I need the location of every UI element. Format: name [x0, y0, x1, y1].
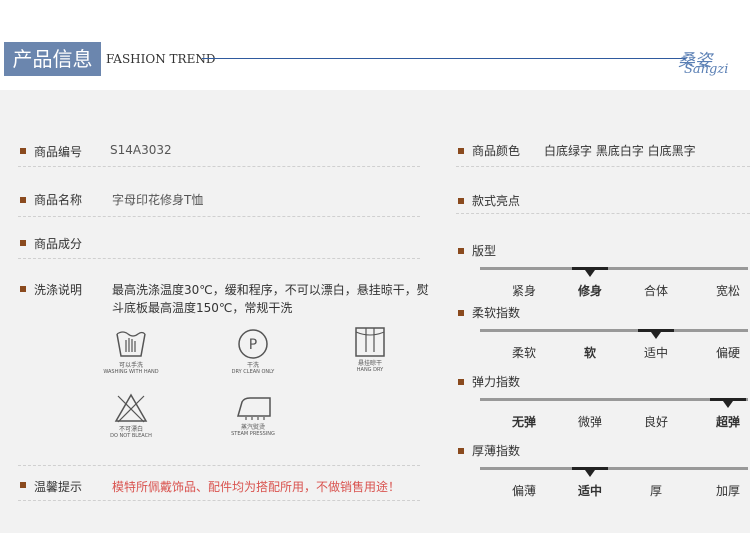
hand-wash-icon: 可以手洗 WASHING WITH HAND	[100, 328, 162, 375]
scale-option: 超弹	[715, 415, 740, 429]
scale-option: 合体	[643, 284, 668, 298]
scale-option: 微弹	[577, 415, 602, 429]
scale-label: 版型	[472, 244, 497, 258]
bullet-icon	[20, 148, 26, 154]
name-label: 商品名称	[34, 193, 83, 207]
wash-label: 洗涤说明	[34, 283, 83, 297]
bullet-icon	[458, 148, 464, 154]
dry-clean-icon: P 干洗 DRY CLEAN ONLY	[222, 328, 284, 375]
bullet-icon	[20, 240, 26, 246]
divider	[18, 500, 420, 501]
code-label: 商品编号	[34, 145, 83, 159]
scale-option: 紧身	[511, 284, 536, 298]
scale-option: 良好	[643, 415, 668, 429]
feature-label: 款式亮点	[472, 194, 521, 208]
scale-option: 加厚	[715, 484, 740, 498]
scale-label: 厚薄指数	[472, 444, 521, 458]
scale-pointer-icon	[723, 401, 733, 408]
bullet-icon	[458, 448, 464, 454]
bullet-icon	[20, 197, 26, 203]
svg-text:P: P	[249, 337, 257, 353]
scale-track	[480, 329, 748, 332]
section-subtitle: FASHION TREND	[106, 52, 216, 66]
scale-pointer-icon	[651, 332, 661, 339]
divider	[18, 216, 420, 217]
icon-caption: 悬挂晾干	[357, 360, 382, 367]
wash-instructions: 最高洗涤温度30℃，缓和程序，不可以漂白，悬挂晾干，熨斗底板最高温度150℃，常…	[112, 283, 429, 315]
material-label: 商品成分	[34, 237, 83, 251]
code-value: S14A3032	[110, 143, 172, 157]
icon-caption-en: DRY CLEAN ONLY	[231, 369, 275, 375]
scale-option: 偏薄	[511, 484, 536, 498]
steam-iron-icon: 蒸汽熨烫 STEAM PRESSING	[222, 394, 284, 437]
divider	[456, 166, 750, 167]
color-value: 白底绿字 黑底白字 白底黑字	[544, 144, 696, 158]
tip-label: 温馨提示	[34, 480, 83, 494]
brand-logo-en: Sangzi	[684, 62, 729, 77]
bullet-icon	[20, 286, 26, 292]
scale-track	[480, 467, 748, 470]
scale-track	[480, 267, 748, 270]
icon-caption-en: STEAM PRESSING	[231, 431, 275, 437]
section-title: 产品信息	[4, 42, 101, 76]
scale-pointer-icon	[585, 270, 595, 277]
scale-option: 适中	[643, 346, 668, 360]
bullet-icon	[458, 248, 464, 254]
scale-track	[480, 398, 748, 401]
icon-caption-en: HANG DRY	[356, 367, 384, 373]
icon-caption-en: WASHING WITH HAND	[103, 369, 159, 375]
scale-label: 柔软指数	[472, 306, 521, 320]
divider	[456, 213, 750, 214]
icon-caption: 不可漂白	[118, 426, 143, 433]
scale-option: 软	[583, 346, 596, 360]
icon-caption: 可以手洗	[118, 362, 143, 369]
icon-caption: 干洗	[246, 362, 259, 369]
icon-caption-en: DO NOT BLEACH	[110, 433, 152, 439]
divider	[18, 465, 420, 466]
icon-caption: 蒸汽熨烫	[240, 424, 265, 431]
scale-option: 修身	[577, 284, 602, 298]
color-label: 商品颜色	[472, 144, 521, 158]
scale-option: 偏硬	[715, 346, 740, 360]
bullet-icon	[20, 482, 26, 488]
header-divider	[202, 58, 686, 59]
no-bleach-icon: 不可漂白 DO NOT BLEACH	[100, 392, 162, 439]
scale-label: 弹力指数	[472, 375, 521, 389]
tip-text: 模特所佩戴饰品、配件均为搭配所用，不做销售用途！	[112, 480, 401, 494]
scale-option: 柔软	[511, 346, 536, 360]
bullet-icon	[458, 379, 464, 385]
divider	[18, 258, 420, 259]
scale-option: 无弹	[511, 415, 536, 429]
bullet-icon	[458, 198, 464, 204]
scale-option: 适中	[577, 484, 602, 498]
scale-pointer-icon	[585, 470, 595, 477]
name-value: 字母印花修身T恤	[112, 193, 204, 207]
hang-dry-icon: 悬挂晾干 HANG DRY	[342, 326, 398, 373]
divider	[18, 166, 420, 167]
bullet-icon	[458, 310, 464, 316]
scale-option: 宽松	[715, 284, 740, 298]
scale-option: 厚	[649, 484, 662, 498]
